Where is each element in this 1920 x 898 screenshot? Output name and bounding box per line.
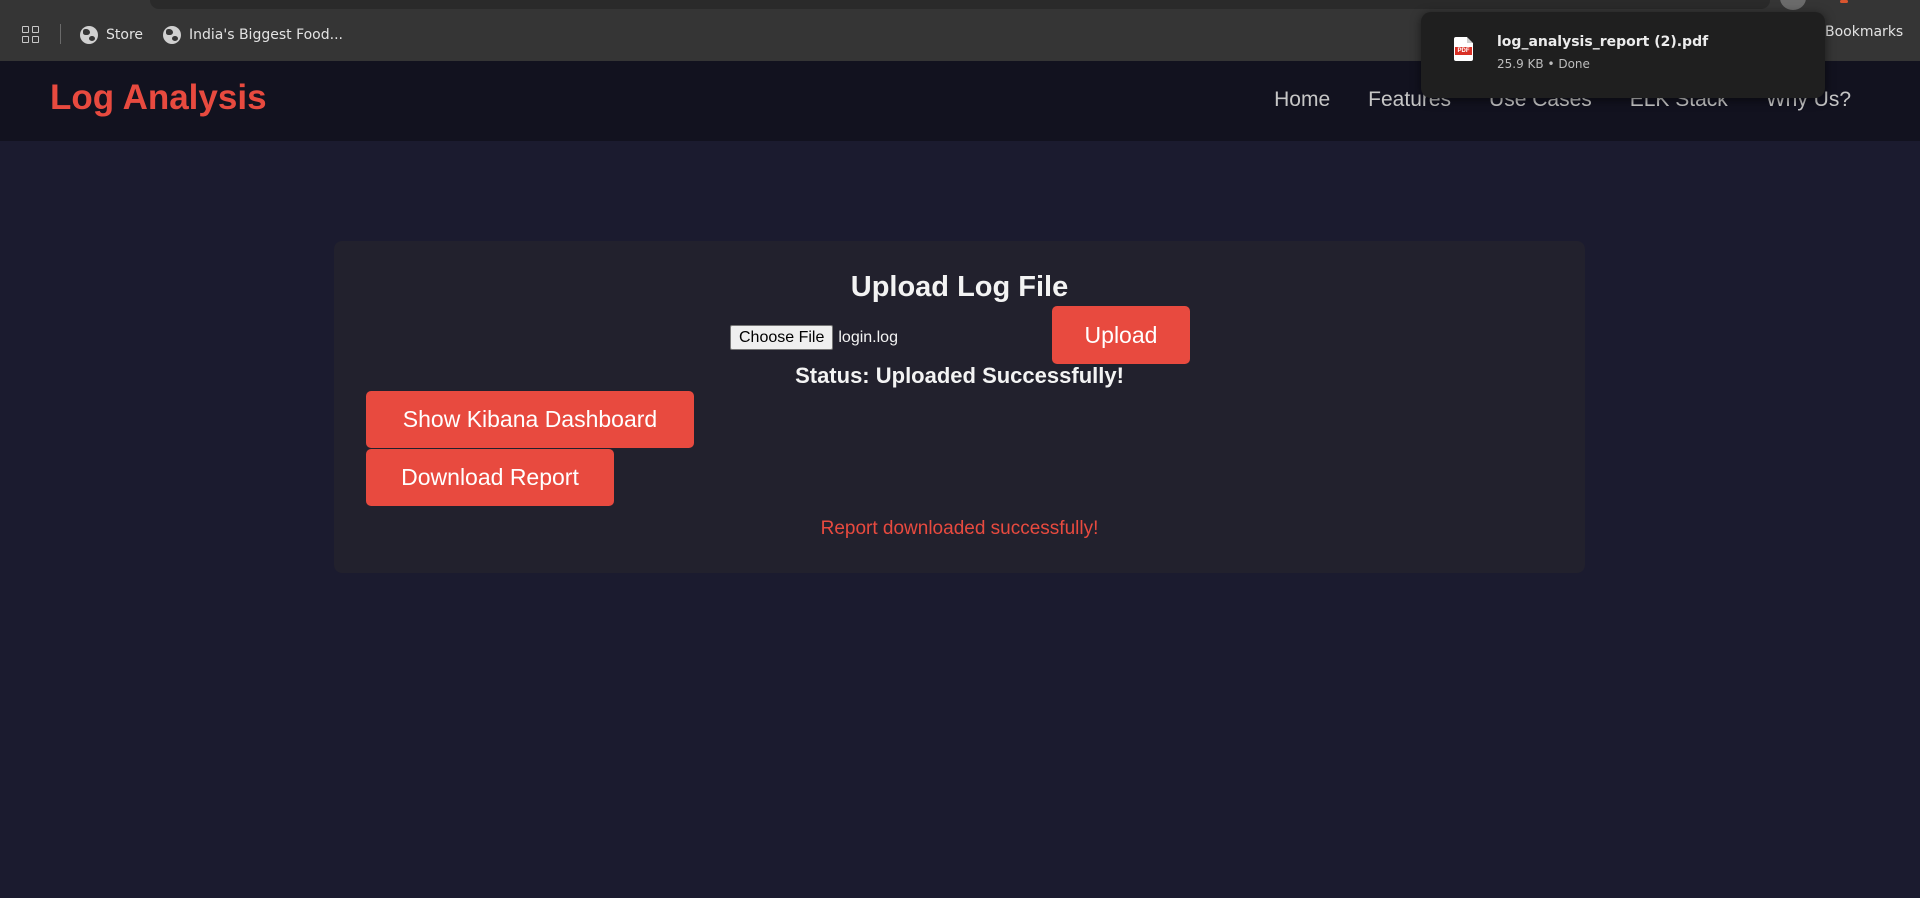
choose-file-button[interactable]: Choose File <box>730 325 834 350</box>
upload-button[interactable]: Upload <box>1052 306 1190 364</box>
pdf-file-icon: PDF <box>1454 37 1473 61</box>
bookmark-label: India's Biggest Food... <box>189 27 343 43</box>
all-bookmarks-button[interactable]: Bookmarks <box>1825 24 1903 40</box>
globe-icon <box>80 26 98 44</box>
download-popup[interactable]: PDF log_analysis_report (2).pdf 25.9 KB … <box>1421 12 1825 98</box>
selected-file-name: login.log <box>838 328 898 346</box>
nav-home[interactable]: Home <box>1274 88 1330 112</box>
bookmarks-separator <box>60 24 61 44</box>
bookmark-store[interactable]: Store <box>80 24 143 46</box>
bookmark-label: Store <box>106 27 144 43</box>
download-meta: 25.9 KB • Done <box>1497 57 1590 71</box>
download-report-button[interactable]: Download Report <box>366 449 614 506</box>
download-file-name[interactable]: log_analysis_report (2).pdf <box>1497 34 1708 50</box>
address-bar[interactable] <box>150 0 1770 9</box>
show-kibana-dashboard-button[interactable]: Show Kibana Dashboard <box>366 391 694 448</box>
file-input[interactable]: Choose File login.log <box>730 325 898 350</box>
upload-title: Upload Log File <box>850 271 1069 303</box>
extension-icon[interactable] <box>1840 0 1848 3</box>
globe-icon <box>163 26 181 44</box>
profile-avatar[interactable] <box>1780 0 1806 10</box>
apps-grid-icon[interactable] <box>22 26 40 44</box>
report-status-message: Report downloaded successfully! <box>820 518 1099 539</box>
upload-card: Upload Log File Choose File login.log Up… <box>334 241 1585 573</box>
upload-status: Status: Uploaded Successfully! <box>795 363 1124 388</box>
site-logo[interactable]: Log Analysis <box>50 78 267 118</box>
bookmark-indias-biggest-food[interactable]: India's Biggest Food... <box>163 24 343 46</box>
